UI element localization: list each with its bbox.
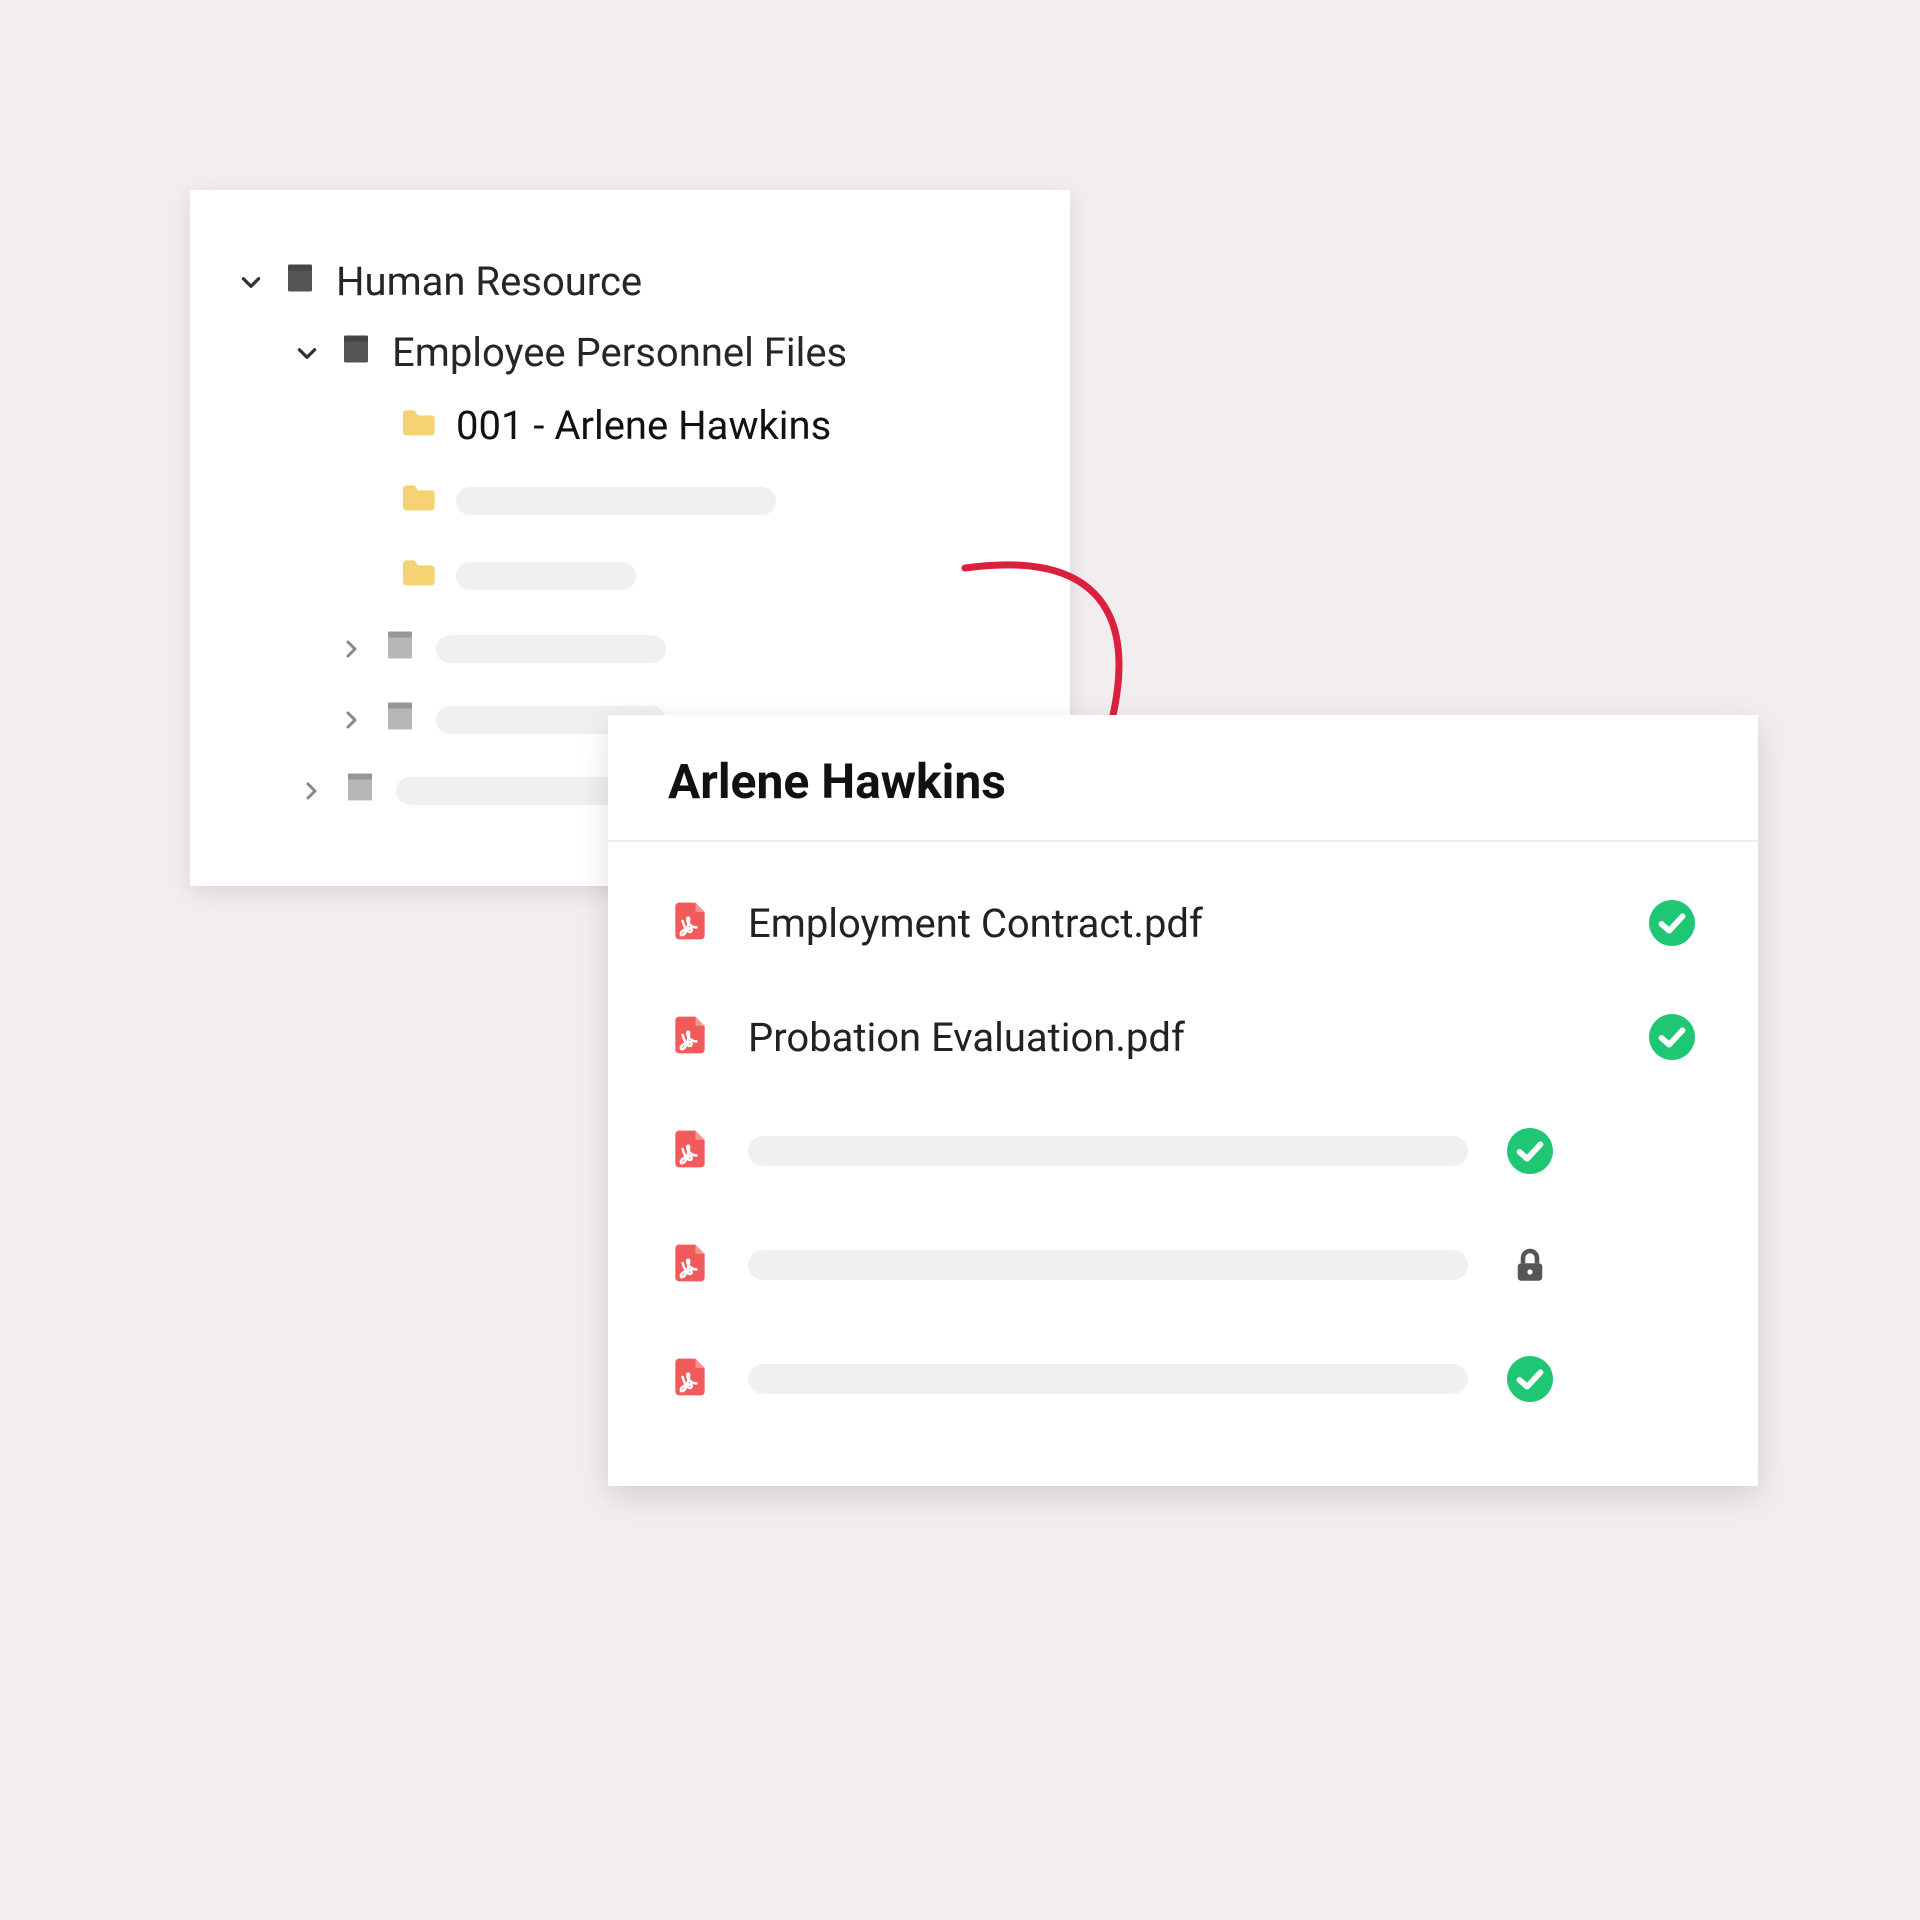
pdf-icon — [668, 1350, 712, 1408]
file-detail-panel: Arlene Hawkins Employment Contract.pdf P… — [608, 715, 1758, 1486]
pdf-icon — [668, 894, 712, 952]
folder-icon — [398, 552, 438, 599]
chevron-right-icon[interactable] — [298, 778, 324, 804]
pdf-icon — [668, 1008, 712, 1066]
pdf-icon — [668, 1236, 712, 1294]
tree-node-root[interactable]: Human Resource — [238, 246, 1022, 317]
detail-title: Arlene Hawkins — [608, 715, 1758, 842]
file-name: Probation Evaluation.pdf — [748, 1014, 1185, 1061]
tree-node-selected-folder[interactable]: 001 - Arlene Hawkins — [238, 388, 1022, 463]
chevron-right-icon[interactable] — [338, 636, 364, 662]
book-icon — [338, 331, 374, 374]
placeholder-bar — [748, 1364, 1468, 1394]
book-icon — [342, 769, 378, 812]
book-icon — [382, 698, 418, 741]
book-icon — [382, 627, 418, 670]
tree-node-label: 001 - Arlene Hawkins — [456, 406, 831, 446]
file-name: Employment Contract.pdf — [748, 900, 1203, 947]
chevron-down-icon[interactable] — [238, 269, 264, 295]
folder-icon — [398, 477, 438, 524]
file-row[interactable] — [668, 1094, 1698, 1208]
book-icon — [282, 260, 318, 303]
placeholder-bar — [436, 635, 666, 663]
placeholder-bar — [456, 487, 776, 515]
file-row[interactable]: Probation Evaluation.pdf — [668, 980, 1698, 1094]
placeholder-bar — [748, 1136, 1468, 1166]
tree-node-placeholder[interactable] — [238, 463, 1022, 538]
placeholder-bar — [748, 1250, 1468, 1280]
placeholder-bar — [396, 777, 626, 805]
chevron-down-icon[interactable] — [294, 340, 320, 366]
tree-node-label: Employee Personnel Files — [392, 333, 847, 373]
check-icon — [1646, 900, 1698, 946]
chevron-right-icon[interactable] — [338, 707, 364, 733]
folder-icon — [398, 402, 438, 449]
lock-icon — [1504, 1241, 1556, 1289]
file-list: Employment Contract.pdf Probation Evalua… — [608, 842, 1758, 1486]
tree-node-placeholder[interactable] — [238, 613, 1022, 684]
file-row[interactable] — [668, 1208, 1698, 1322]
pdf-icon — [668, 1122, 712, 1180]
placeholder-bar — [456, 562, 636, 590]
file-row[interactable] — [668, 1322, 1698, 1436]
tree-node-label: Human Resource — [336, 262, 642, 302]
check-icon — [1504, 1356, 1556, 1402]
check-icon — [1504, 1128, 1556, 1174]
check-icon — [1646, 1014, 1698, 1060]
tree-node-placeholder[interactable] — [238, 538, 1022, 613]
tree-node-child[interactable]: Employee Personnel Files — [238, 317, 1022, 388]
file-row[interactable]: Employment Contract.pdf — [668, 866, 1698, 980]
